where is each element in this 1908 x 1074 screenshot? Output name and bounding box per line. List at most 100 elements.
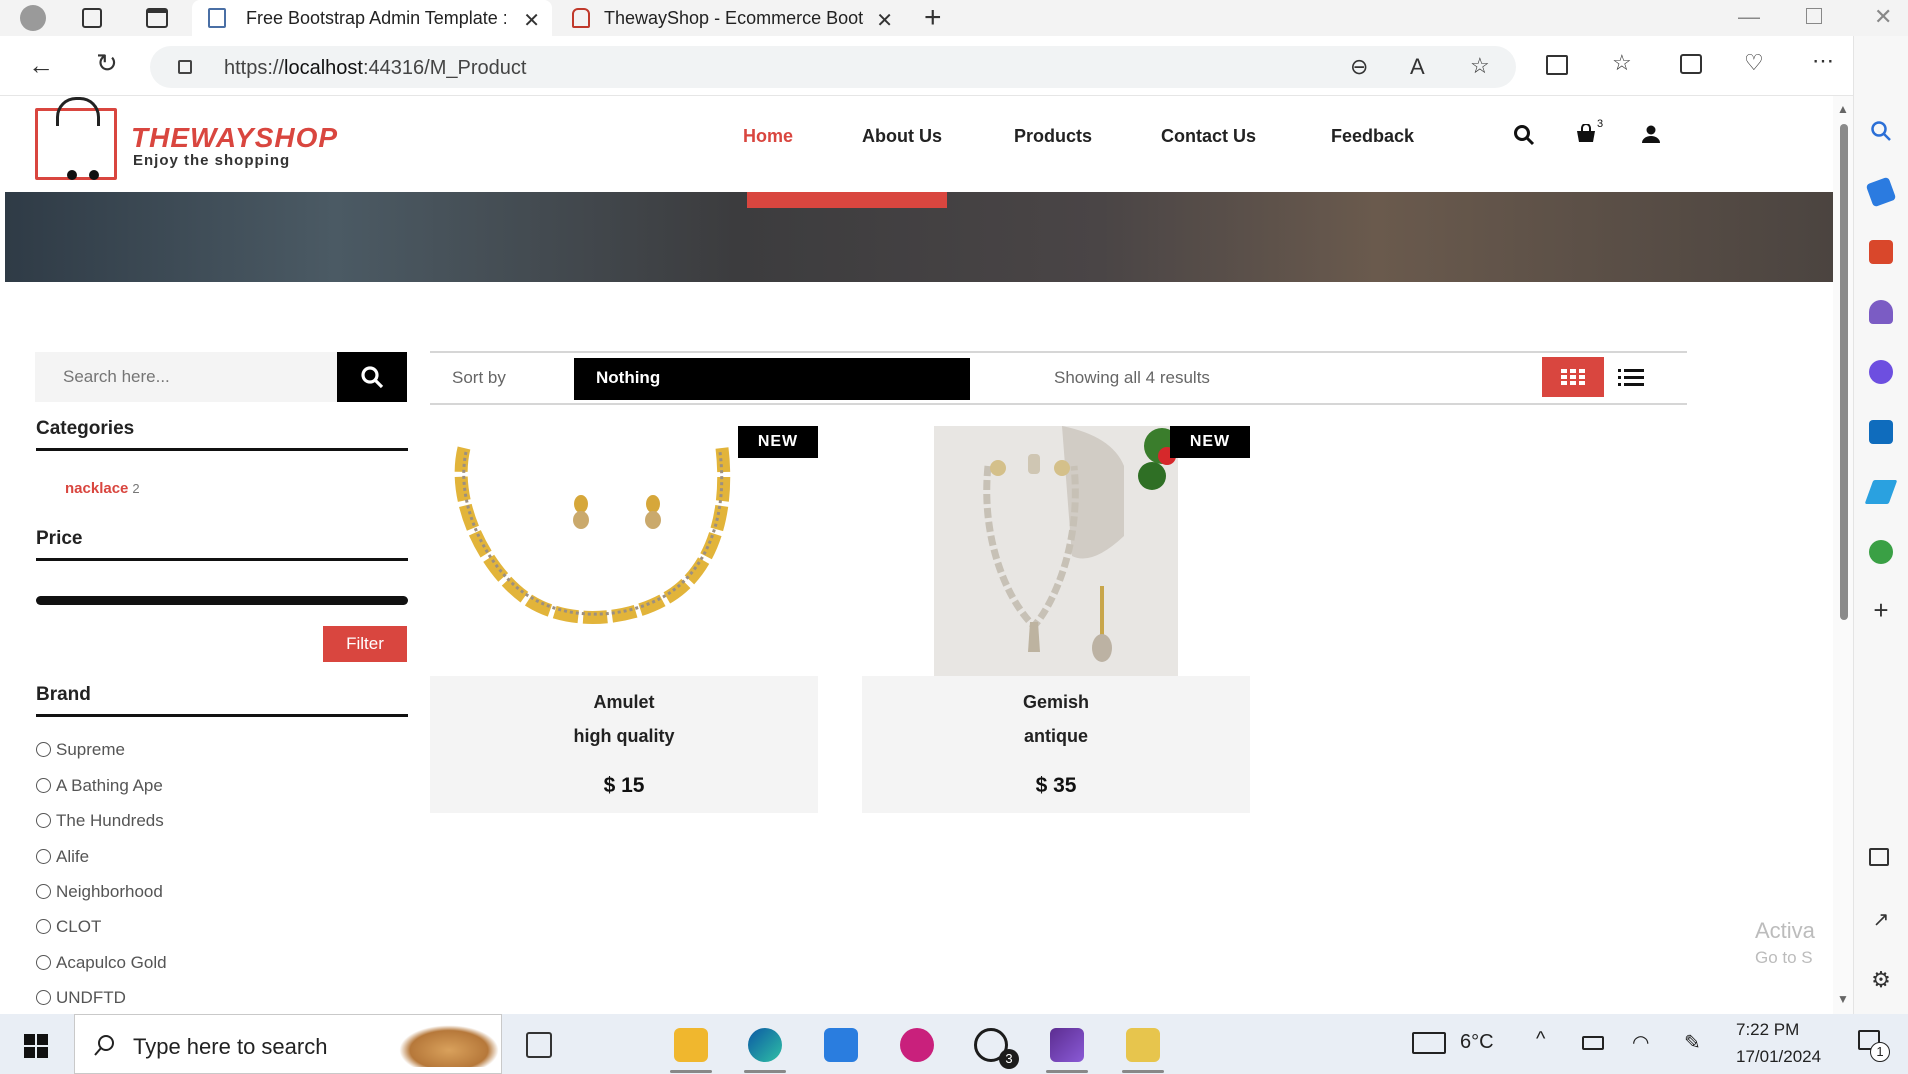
list-view-button[interactable] xyxy=(1618,367,1644,387)
search-input[interactable] xyxy=(35,352,337,402)
logo-title: THEWAYSHOP xyxy=(131,122,339,153)
nav-home[interactable]: Home xyxy=(743,126,793,147)
radio-icon xyxy=(36,778,51,793)
tab-admin-template[interactable]: Free Bootstrap Admin Template : ✕ xyxy=(192,0,552,36)
brand-option[interactable]: A Bathing Ape xyxy=(36,776,163,796)
logo-tagline: Enjoy the shopping xyxy=(133,152,291,169)
sidebar-toggle-icon[interactable] xyxy=(1869,848,1889,866)
task-view-icon[interactable] xyxy=(526,1032,552,1058)
nav-products[interactable]: Products xyxy=(1014,126,1092,147)
shopping-tag-icon[interactable] xyxy=(1865,176,1897,208)
outlook-icon[interactable] xyxy=(1869,420,1893,444)
grid-view-button[interactable] xyxy=(1542,357,1604,397)
product-image-necklace-set[interactable]: NEW xyxy=(430,426,818,676)
clock-date[interactable]: 17/01/2024 xyxy=(1736,1047,1821,1067)
split-screen-icon[interactable] xyxy=(1546,55,1568,75)
radio-icon xyxy=(36,884,51,899)
brand-option[interactable]: The Hundreds xyxy=(36,811,164,831)
restore-icon[interactable] xyxy=(1806,8,1822,24)
search-button[interactable] xyxy=(337,352,407,402)
wps-office-icon[interactable] xyxy=(900,1028,934,1062)
zoom-out-icon[interactable]: ⊖ xyxy=(1350,56,1368,78)
profile-avatar-icon[interactable] xyxy=(20,5,46,31)
tree-icon[interactable] xyxy=(1869,540,1893,564)
divider xyxy=(36,558,408,561)
cart-icon[interactable]: 3 xyxy=(1575,118,1603,150)
search-icon[interactable] xyxy=(1869,120,1893,144)
minimize-icon[interactable]: — xyxy=(1738,4,1760,30)
radio-icon xyxy=(36,990,51,1005)
favorite-star-icon[interactable]: ☆ xyxy=(1470,55,1490,77)
taskbar-search-box[interactable]: Type here to search xyxy=(74,1014,502,1074)
brand-option[interactable]: Acapulco Gold xyxy=(36,953,167,973)
sort-select[interactable]: Nothing xyxy=(574,358,970,400)
product-card[interactable]: NEW Amulet high quality $ 15 xyxy=(430,426,818,813)
cart-count: 3 xyxy=(1597,118,1604,130)
product-image-necklace-set[interactable]: NEW xyxy=(862,426,1250,676)
clock-time[interactable]: 7:22 PM xyxy=(1736,1020,1799,1040)
refresh-icon[interactable]: ↻ xyxy=(96,50,118,76)
collections-icon[interactable] xyxy=(1680,54,1702,74)
external-link-icon[interactable]: ↗ xyxy=(1869,908,1893,932)
hero-banner-image xyxy=(5,192,1833,282)
battery-icon[interactable] xyxy=(1582,1036,1604,1050)
workspaces-icon[interactable] xyxy=(82,8,102,28)
notifications-icon[interactable]: 1 xyxy=(1858,1030,1890,1062)
windows-start-icon[interactable] xyxy=(24,1034,48,1058)
search-icon[interactable] xyxy=(1513,124,1535,152)
send-icon[interactable] xyxy=(1864,480,1898,504)
scroll-up-icon[interactable]: ▲ xyxy=(1837,102,1849,116)
mail-icon[interactable] xyxy=(824,1028,858,1062)
whatsapp-icon[interactable]: 3 xyxy=(974,1028,1019,1069)
brand-option[interactable]: CLOT xyxy=(36,917,101,937)
news-widget-icon[interactable] xyxy=(1412,1032,1446,1054)
edge-browser-icon[interactable] xyxy=(748,1028,782,1062)
nav-feedback[interactable]: Feedback xyxy=(1331,126,1414,147)
vertical-tabs-icon[interactable] xyxy=(146,8,168,28)
wifi-icon[interactable]: ◠ xyxy=(1632,1030,1649,1055)
add-icon[interactable]: + xyxy=(1869,597,1893,623)
scroll-thumb[interactable] xyxy=(1840,124,1848,620)
lock-icon xyxy=(178,60,192,74)
notification-count: 1 xyxy=(1870,1042,1890,1062)
brand-option[interactable]: Supreme xyxy=(36,740,125,760)
nav-contact-us[interactable]: Contact Us xyxy=(1161,126,1256,147)
tools-icon[interactable] xyxy=(1869,240,1893,264)
document-icon xyxy=(208,8,226,28)
visual-studio-icon[interactable] xyxy=(1050,1028,1084,1062)
product-card[interactable]: NEW Gemish antique $ 35 xyxy=(862,426,1250,813)
close-tab-icon[interactable]: ✕ xyxy=(523,8,540,33)
product-name: Amulet xyxy=(593,692,655,712)
brand-option[interactable]: UNDFTD xyxy=(36,988,126,1008)
close-tab-icon[interactable]: ✕ xyxy=(876,8,893,33)
microsoft-365-icon[interactable] xyxy=(1869,360,1893,384)
categories-heading: Categories xyxy=(36,418,135,439)
read-aloud-icon[interactable]: A xyxy=(1410,56,1425,78)
new-tab-icon[interactable]: + xyxy=(924,1,942,35)
filter-button[interactable]: Filter xyxy=(323,626,407,662)
price-range-slider[interactable] xyxy=(36,596,408,605)
favorites-icon[interactable]: ☆ xyxy=(1612,52,1632,74)
settings-gear-icon[interactable]: ⚙ xyxy=(1869,968,1893,992)
sticky-app-icon[interactable] xyxy=(1126,1028,1160,1062)
category-item-nacklace[interactable]: nacklace 2 xyxy=(65,480,140,497)
weather-text[interactable]: 6°C xyxy=(1460,1031,1494,1054)
chevron-up-icon[interactable]: ^ xyxy=(1536,1028,1545,1051)
nav-about-us[interactable]: About Us xyxy=(862,126,942,147)
user-icon[interactable] xyxy=(1641,124,1661,150)
more-menu-icon[interactable]: ⋯ xyxy=(1812,50,1834,72)
file-explorer-icon[interactable] xyxy=(674,1028,708,1062)
brand-option[interactable]: Neighborhood xyxy=(36,882,163,902)
pen-icon[interactable]: ✎ xyxy=(1684,1030,1701,1055)
brand-option[interactable]: Alife xyxy=(36,847,89,867)
back-icon[interactable]: ← xyxy=(28,52,54,78)
games-icon[interactable] xyxy=(1869,300,1893,324)
page-scrollbar[interactable]: ▲ ▼ xyxy=(1833,96,1853,1014)
windows-taskbar: Type here to search 3 6°C ^ ◠ ✎ 7:22 PM … xyxy=(0,1014,1908,1074)
banner-button[interactable] xyxy=(747,192,947,208)
url-field[interactable]: https://localhost:44316/M_Product ⊖ A ☆ xyxy=(150,46,1516,88)
browser-essentials-icon[interactable]: ♡ xyxy=(1744,52,1764,74)
tab-thewayshop[interactable]: ThewayShop - Ecommerce Boots ✕ xyxy=(560,0,905,36)
close-window-icon[interactable]: ✕ xyxy=(1874,4,1892,30)
scroll-down-icon[interactable]: ▼ xyxy=(1837,992,1849,1006)
